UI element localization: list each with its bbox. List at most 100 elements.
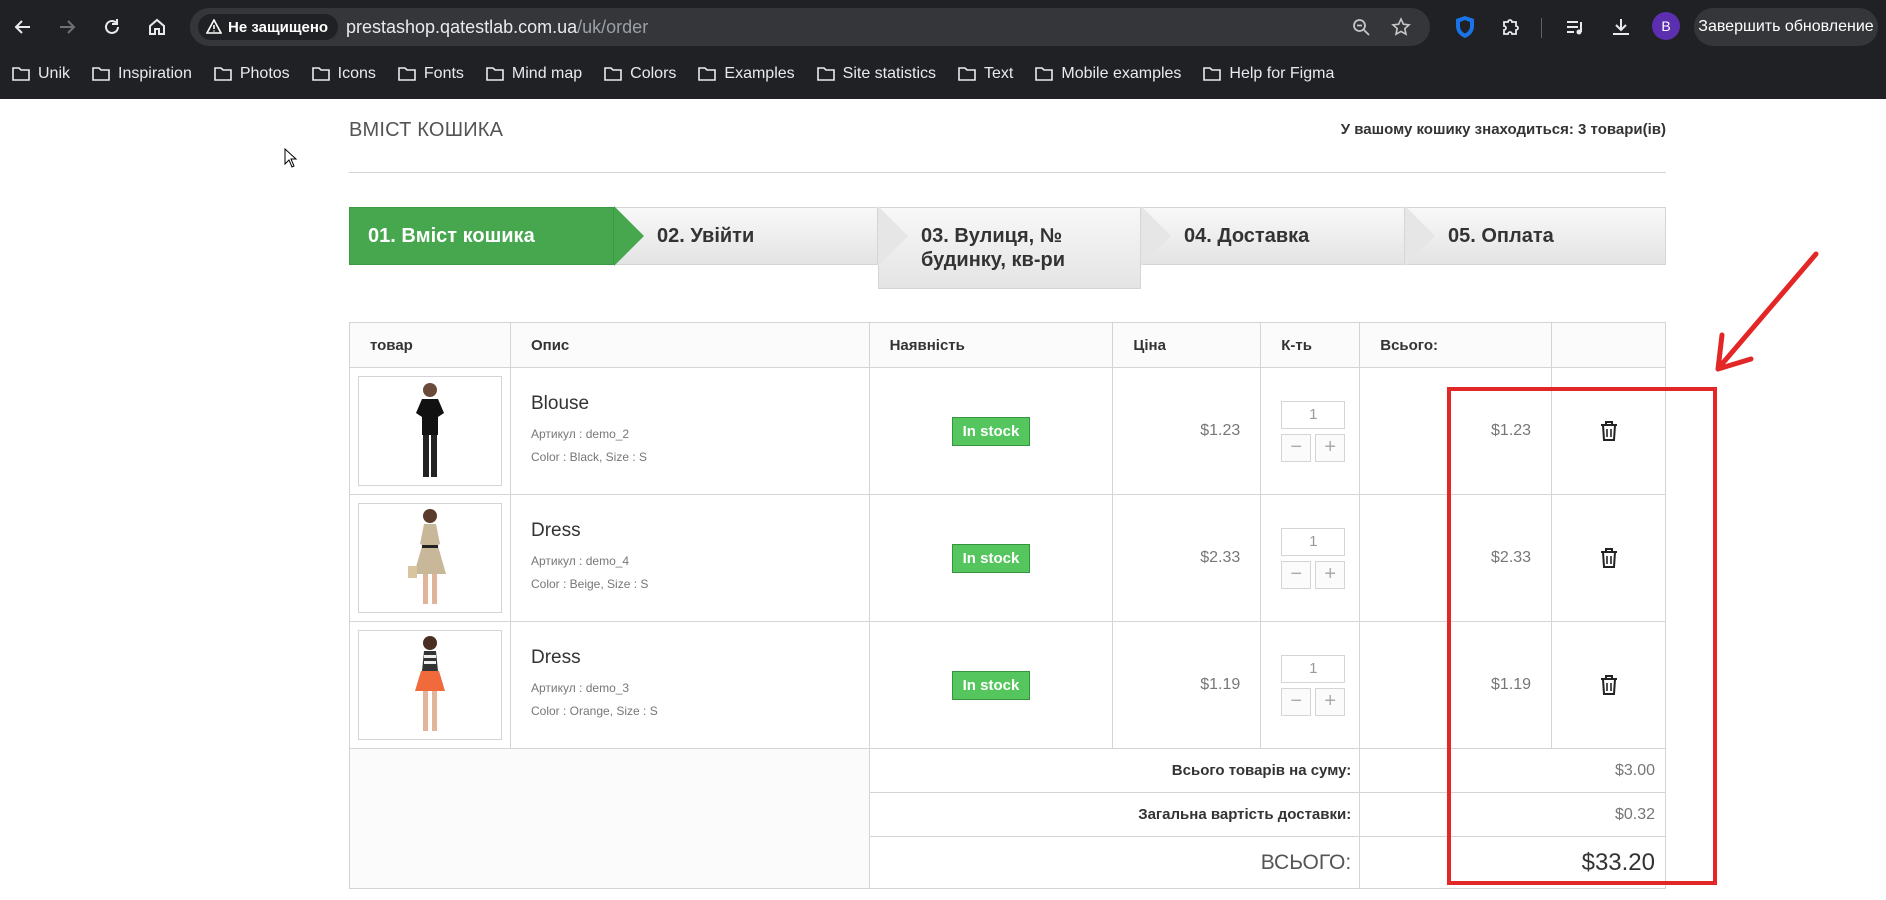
delete-button[interactable] (1552, 674, 1665, 696)
col-header-delete (1551, 322, 1666, 368)
shipping-total-value: $0.32 (1359, 792, 1666, 837)
product-name-link[interactable]: Dress (531, 520, 869, 542)
product-image[interactable] (358, 630, 502, 740)
line-total: $1.19 (1359, 621, 1553, 749)
bookmark-label: Examples (724, 65, 795, 82)
step-payment[interactable]: 05. Оплата (1405, 207, 1666, 265)
bookmark-folder[interactable]: Colors (604, 65, 676, 83)
quantity-decrease-button[interactable]: − (1281, 687, 1312, 716)
page-title: Вміст кошика (349, 119, 504, 141)
reload-button[interactable] (97, 12, 127, 42)
bookmark-folder[interactable]: Help for Figma (1203, 65, 1334, 83)
quantity-input[interactable]: 1 (1281, 654, 1346, 683)
zoom-icon[interactable] (1350, 16, 1372, 38)
stock-badge: In stock (951, 670, 1031, 700)
product-sku: Артикул : demo_3 (530, 681, 630, 695)
bookmark-folder[interactable]: Examples (698, 65, 795, 83)
quantity-increase-button[interactable]: + (1315, 687, 1346, 716)
toolbar-divider (1541, 18, 1542, 38)
product-photo (408, 509, 446, 604)
url-path: /uk/order (577, 17, 649, 37)
quantity-increase-button[interactable]: + (1315, 433, 1346, 462)
forward-button[interactable] (52, 12, 82, 42)
quantity-increase-button[interactable]: + (1315, 560, 1346, 589)
star-icon[interactable] (1390, 16, 1412, 38)
quantity-input[interactable]: 1 (1281, 527, 1346, 556)
quantity-decrease-button[interactable]: − (1281, 433, 1312, 462)
step-label: 01. Вміст кошика (368, 225, 535, 247)
bookmark-label: Colors (630, 65, 677, 82)
folder-icon (604, 67, 622, 81)
profile-avatar[interactable]: B (1652, 12, 1680, 40)
product-image[interactable] (358, 503, 502, 613)
grand-total-value: $33.20 (1359, 836, 1666, 889)
bookmark-label: Photos (239, 65, 290, 82)
col-header-availability: Наявність (868, 322, 1114, 368)
delete-button[interactable] (1552, 547, 1665, 569)
reload-icon (105, 19, 119, 34)
step-login[interactable]: 02. Увійти (614, 207, 878, 265)
summary-spacer (349, 748, 870, 889)
product-name-link[interactable]: Dress (531, 647, 869, 669)
bookmark-folder[interactable]: Unik (12, 65, 70, 83)
bookmark-folder[interactable]: Icons (311, 65, 376, 83)
col-header-qty: К-ть (1260, 322, 1361, 368)
bookmark-folder[interactable]: Inspiration (92, 65, 192, 83)
delete-button[interactable] (1552, 420, 1665, 442)
quantity-input[interactable]: 1 (1281, 400, 1346, 429)
folder-icon (398, 67, 416, 81)
quantity-decrease-button[interactable]: − (1281, 560, 1312, 589)
folder-icon (1203, 67, 1222, 81)
browser-chrome: Не защищено prestashop.qatestlab.com.ua/… (0, 0, 1886, 99)
bookmark-label: Site statistics (842, 65, 937, 82)
url-text[interactable]: prestashop.qatestlab.com.ua/uk/order (346, 17, 648, 38)
bookmark-folder[interactable]: Text (958, 65, 1013, 83)
grand-total-label: Всього: (868, 836, 1361, 889)
bookmark-folder[interactable]: Photos (214, 65, 290, 83)
step-chevron (1141, 206, 1171, 266)
line-total: $1.23 (1359, 367, 1553, 495)
step-address[interactable]: 03. Вулиця, № будинку, кв-ри (878, 207, 1141, 289)
bookmark-folder[interactable]: Fonts (398, 65, 464, 83)
product-image[interactable] (358, 376, 502, 486)
media-icon[interactable] (1560, 12, 1590, 42)
update-button[interactable]: Завершить обновление (1694, 8, 1878, 46)
product-photo (416, 383, 444, 477)
step-label: 05. Оплата (1448, 225, 1554, 247)
bookmark-label: Text (984, 65, 1014, 82)
download-icon[interactable] (1606, 12, 1636, 42)
home-button[interactable] (142, 12, 172, 42)
step-shipping[interactable]: 04. Доставка (1141, 207, 1405, 265)
bookmarks-bar: Unik Inspiration Photos Icons Fonts Mind… (0, 58, 1886, 90)
table-row: Blouse Артикул : demo_2 Color : Black, S… (349, 367, 1666, 495)
step-summary[interactable]: 01. Вміст кошика (349, 207, 614, 265)
shipping-total-label: Загальна вартість доставки: (868, 792, 1361, 837)
page-content: Вміст кошика У вашому кошику знаходиться… (0, 99, 1886, 900)
unit-price: $1.23 (1112, 367, 1262, 495)
bookmark-label: Mind map (511, 65, 583, 82)
puzzle-icon[interactable] (1496, 12, 1526, 42)
arrow-left-icon (14, 20, 30, 34)
cart-table: товар Опис Наявність Ціна К-ть Всього: B… (349, 322, 1666, 889)
folder-icon (816, 67, 835, 81)
product-attributes[interactable]: Color : Black, Size : S (531, 446, 869, 469)
address-bar[interactable]: Не защищено prestashop.qatestlab.com.ua/… (190, 8, 1430, 46)
summary-row-products: Всього товарів на суму: $3.00 (349, 748, 1666, 889)
bookmark-folder[interactable]: Site statistics (816, 65, 937, 83)
back-button[interactable] (8, 12, 38, 42)
product-name-link[interactable]: Blouse (531, 393, 869, 415)
bookmark-folder[interactable]: Mind map (486, 65, 582, 83)
url-host: prestashop.qatestlab.com.ua (346, 17, 578, 37)
warning-icon (206, 19, 222, 34)
security-chip[interactable]: Не защищено (198, 14, 339, 40)
bookmark-folder[interactable]: Mobile examples (1035, 65, 1181, 83)
stock-badge: In stock (951, 543, 1031, 573)
product-sku: Артикул : demo_4 (530, 554, 630, 568)
product-attributes[interactable]: Color : Orange, Size : S (531, 700, 869, 723)
product-attributes[interactable]: Color : Beige, Size : S (531, 573, 869, 596)
folder-icon (12, 67, 30, 81)
step-label: 02. Увійти (657, 225, 755, 247)
cart-count: У вашому кошику знаходиться: 3 товари(ів… (1340, 121, 1666, 138)
table-row: Dress Артикул : demo_4 Color : Beige, Si… (349, 494, 1666, 622)
shield-extension-icon[interactable] (1450, 12, 1480, 42)
